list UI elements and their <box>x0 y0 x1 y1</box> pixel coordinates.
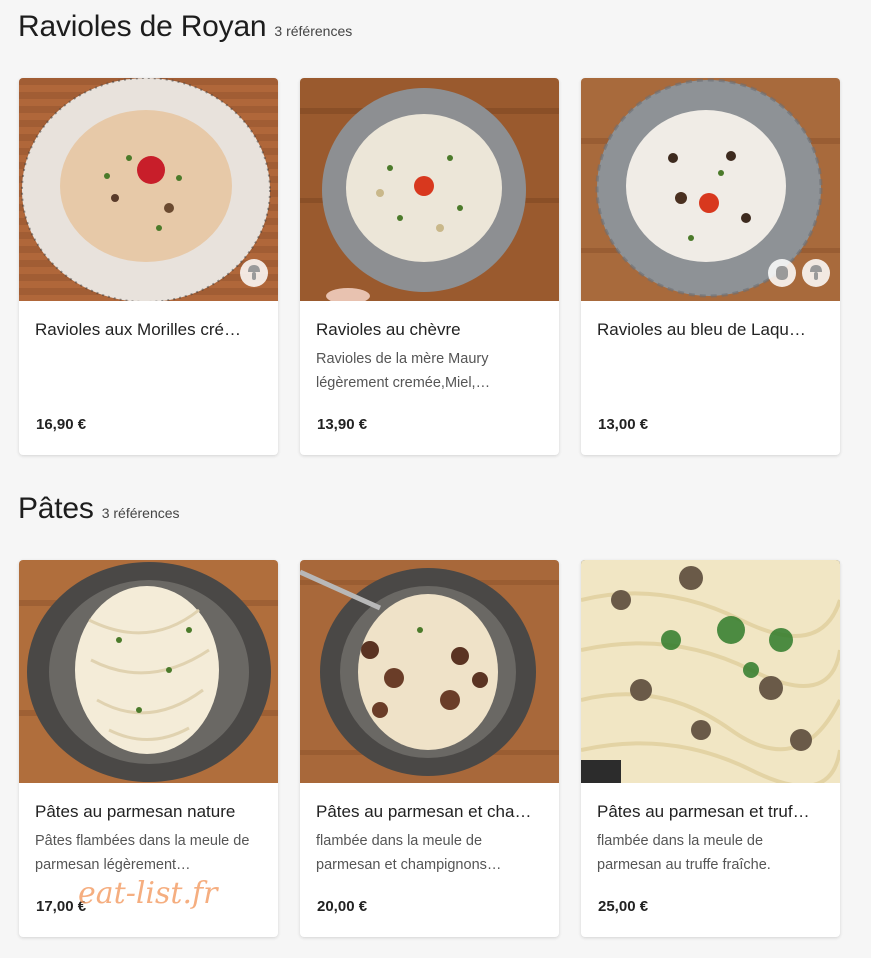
product-price: 13,00 € <box>598 416 649 433</box>
card-body: Pâtes au parmesan nature Pâtes flambées … <box>19 783 278 937</box>
product-description: Pâtes flambées dans la meule de parmesan… <box>35 833 250 873</box>
badges <box>768 259 830 287</box>
section-title: Pâtes <box>18 492 94 525</box>
product-description: Ravioles de la mère Maury légèrement cre… <box>316 351 491 391</box>
product-title: Pâtes au parmesan et cha… <box>316 802 532 821</box>
product-price: 13,90 € <box>317 416 368 433</box>
section-header-ravioles: Ravioles de Royan 3 références <box>18 10 352 44</box>
product-image <box>581 560 840 783</box>
mushroom-icon <box>802 259 830 287</box>
product-card-ravioles-chevre[interactable]: Ravioles au chèvre Ravioles de la mère M… <box>300 78 559 455</box>
product-image <box>581 78 840 301</box>
watermark: eat-list.fr <box>78 876 218 911</box>
badges <box>240 259 268 287</box>
product-image <box>19 560 278 783</box>
section-count: 3 références <box>101 505 180 521</box>
card-body: Ravioles au bleu de Laqu… 13,00 € <box>581 301 840 455</box>
product-card-pates-champignons[interactable]: Pâtes au parmesan et cha… flambée dans l… <box>300 560 559 937</box>
cheese-icon <box>768 259 796 287</box>
product-image <box>300 78 559 301</box>
card-body: Pâtes au parmesan et truf… flambée dans … <box>581 783 840 937</box>
product-description: flambée dans la meule de parmesan et cha… <box>316 833 502 873</box>
mushroom-icon <box>240 259 268 287</box>
product-description: flambée dans la meule de parmesan au tru… <box>597 833 771 873</box>
product-card-ravioles-morilles[interactable]: Ravioles aux Morilles cré… 16,90 € <box>19 78 278 455</box>
product-price: 16,90 € <box>36 416 87 433</box>
product-price: 20,00 € <box>317 898 368 915</box>
product-card-ravioles-bleu[interactable]: Ravioles au bleu de Laqu… 13,00 € <box>581 78 840 455</box>
product-title: Pâtes au parmesan et truf… <box>597 802 810 821</box>
section-header-pates: Pâtes 3 références <box>18 492 180 526</box>
product-price: 25,00 € <box>598 898 649 915</box>
card-body: Pâtes au parmesan et cha… flambée dans l… <box>300 783 559 937</box>
product-title: Pâtes au parmesan nature <box>35 802 236 821</box>
product-title: Ravioles au chèvre <box>316 320 461 339</box>
product-image <box>300 560 559 783</box>
product-card-pates-truffe[interactable]: Pâtes au parmesan et truf… flambée dans … <box>581 560 840 937</box>
card-body: Ravioles aux Morilles cré… 16,90 € <box>19 301 278 455</box>
product-title: Ravioles aux Morilles cré… <box>35 320 241 339</box>
section-title: Ravioles de Royan <box>18 10 267 43</box>
card-body: Ravioles au chèvre Ravioles de la mère M… <box>300 301 559 455</box>
product-title: Ravioles au bleu de Laqu… <box>597 320 806 339</box>
product-image <box>19 78 278 301</box>
section-count: 3 références <box>274 23 353 39</box>
